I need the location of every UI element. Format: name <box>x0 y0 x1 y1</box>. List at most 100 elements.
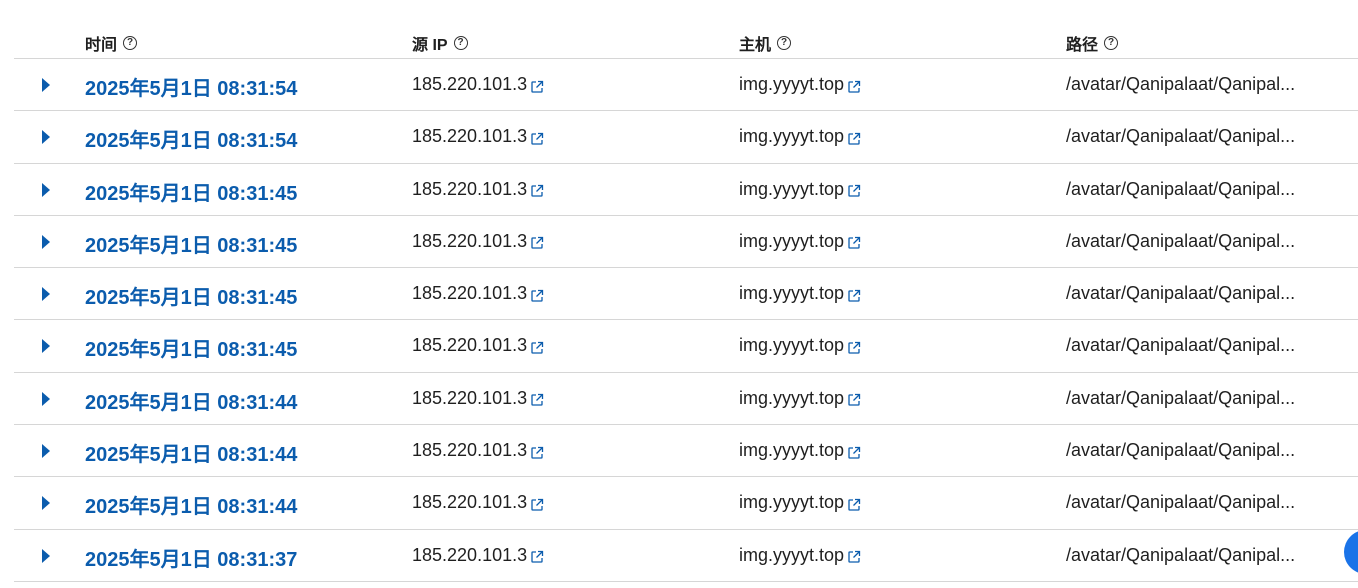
table-row[interactable]: 2025年5月1日 08:31:45 185.220.101.3 img.yyyyt… <box>14 320 1358 373</box>
source-ip-cell: 185.220.101.3 <box>412 283 544 304</box>
host-value: img.yyyyt.top <box>739 335 845 356</box>
time-link[interactable]: 2025年5月1日 08:31:45 <box>85 177 297 206</box>
path-value: /avatar/Qanipalaat/Qanipal... <box>1066 178 1296 199</box>
source-ip-value: 185.220.101.3 <box>412 492 528 513</box>
help-circle-icon[interactable]: ? <box>1104 36 1119 50</box>
table-body: 2025年5月1日 08:31:54 185.220.101.3 img.yyyyt… <box>14 59 1358 582</box>
path-value: /avatar/Qanipalaat/Qanipal... <box>1066 387 1296 408</box>
time-link[interactable]: 2025年5月1日 08:31:44 <box>85 490 297 519</box>
caret-right-icon[interactable] <box>38 547 54 565</box>
time-link[interactable]: 2025年5月1日 08:31:54 <box>85 72 297 101</box>
source-ip-value: 185.220.101.3 <box>412 335 528 356</box>
host-cell: img.yyyyt.top <box>739 545 861 566</box>
column-header-path-label: 路径 <box>1066 37 1099 54</box>
column-header-source-ip-label: 源 IP <box>412 37 448 54</box>
external-link-icon[interactable] <box>530 444 544 459</box>
time-link[interactable]: 2025年5月1日 08:31:45 <box>85 333 297 362</box>
external-link-icon[interactable] <box>847 391 861 406</box>
time-link[interactable]: 2025年5月1日 08:31:54 <box>85 124 297 153</box>
host-cell: img.yyyyt.top <box>739 335 861 356</box>
source-ip-cell: 185.220.101.3 <box>412 179 544 200</box>
table-row[interactable]: 2025年5月1日 08:31:45 185.220.101.3 img.yyyyt… <box>14 164 1358 216</box>
external-link-icon[interactable] <box>847 182 861 197</box>
external-link-icon[interactable] <box>847 78 861 93</box>
table-row[interactable]: 2025年5月1日 08:31:45 185.220.101.3 img.yyyyt… <box>14 268 1358 321</box>
path-value: /avatar/Qanipalaat/Qanipal... <box>1066 335 1296 356</box>
host-value: img.yyyyt.top <box>739 178 845 199</box>
caret-right-icon[interactable] <box>38 128 54 146</box>
host-cell: img.yyyyt.top <box>739 283 861 304</box>
help-circle-icon[interactable]: ? <box>453 36 468 50</box>
help-circle-icon[interactable]: ? <box>123 36 138 50</box>
external-link-icon[interactable] <box>847 130 861 145</box>
table-row[interactable]: 2025年5月1日 08:31:44 185.220.101.3 img.yyyyt… <box>14 477 1358 530</box>
external-link-icon[interactable] <box>847 234 861 250</box>
path-value: /avatar/Qanipalaat/Qanipal... <box>1066 74 1296 94</box>
table-row[interactable]: 2025年5月1日 08:31:45 185.220.101.3 img.yyyyt… <box>14 216 1358 269</box>
table-row[interactable]: 2025年5月1日 08:31:44 185.220.101.3 img.yyyyt… <box>14 425 1358 478</box>
external-link-icon[interactable] <box>847 548 861 563</box>
time-link[interactable]: 2025年5月1日 08:31:45 <box>85 281 297 310</box>
host-cell: img.yyyyt.top <box>739 388 861 409</box>
external-link-icon[interactable] <box>530 78 544 93</box>
external-link-icon[interactable] <box>847 339 861 354</box>
external-link-icon[interactable] <box>530 287 544 302</box>
table-row[interactable]: 2025年5月1日 08:31:54 185.220.101.3 img.yyyyt… <box>14 111 1358 164</box>
column-header-time-label: 时间 <box>85 37 118 54</box>
path-value: /avatar/Qanipalaat/Qanipal... <box>1066 283 1296 304</box>
caret-right-icon[interactable] <box>38 390 54 408</box>
host-value: img.yyyyt.top <box>739 387 845 408</box>
external-link-icon[interactable] <box>530 339 544 354</box>
path-value: /avatar/Qanipalaat/Qanipal... <box>1066 544 1296 565</box>
external-link-icon[interactable] <box>530 391 544 406</box>
caret-right-icon[interactable] <box>38 285 54 303</box>
external-link-icon[interactable] <box>847 444 861 459</box>
column-header-host[interactable]: 主机 ? <box>739 31 792 55</box>
source-ip-cell: 185.220.101.3 <box>412 335 544 356</box>
external-link-icon[interactable] <box>530 234 544 250</box>
source-ip-cell: 185.220.101.3 <box>412 231 544 252</box>
time-link[interactable]: 2025年5月1日 08:31:45 <box>85 229 297 258</box>
source-ip-cell: 185.220.101.3 <box>412 545 544 566</box>
source-ip-value: 185.220.101.3 <box>412 126 528 147</box>
external-link-icon[interactable] <box>530 182 544 197</box>
source-ip-value: 185.220.101.3 <box>412 283 528 304</box>
host-value: img.yyyyt.top <box>739 230 845 251</box>
caret-right-icon[interactable] <box>38 442 54 460</box>
path-value: /avatar/Qanipalaat/Qanipal... <box>1066 492 1296 513</box>
caret-right-icon[interactable] <box>38 337 54 355</box>
source-ip-value: 185.220.101.3 <box>412 440 528 461</box>
caret-right-icon[interactable] <box>38 76 54 94</box>
caret-right-icon[interactable] <box>38 181 54 199</box>
column-header-path[interactable]: 路径 ? <box>1066 31 1119 55</box>
external-link-icon[interactable] <box>530 130 544 145</box>
source-ip-cell: 185.220.101.3 <box>412 126 544 147</box>
path-value: /avatar/Qanipalaat/Qanipal... <box>1066 230 1296 251</box>
host-value: img.yyyyt.top <box>739 492 845 513</box>
source-ip-cell: 185.220.101.3 <box>412 492 544 513</box>
table-row[interactable]: 2025年5月1日 08:31:44 185.220.101.3 img.yyyyt… <box>14 373 1358 426</box>
caret-right-icon[interactable] <box>38 494 54 512</box>
time-link[interactable]: 2025年5月1日 08:31:44 <box>85 386 297 415</box>
path-value: /avatar/Qanipalaat/Qanipal... <box>1066 440 1296 461</box>
host-cell: img.yyyyt.top <box>739 74 861 95</box>
column-header-source-ip[interactable]: 源 IP ? <box>412 31 468 55</box>
caret-right-icon[interactable] <box>38 233 54 251</box>
external-link-icon[interactable] <box>847 496 861 511</box>
host-cell: img.yyyyt.top <box>739 231 861 252</box>
external-link-icon[interactable] <box>847 287 861 302</box>
help-circle-icon[interactable]: ? <box>777 36 792 50</box>
table-row[interactable]: 2025年5月1日 08:31:54 185.220.101.3 img.yyyyt… <box>14 59 1358 112</box>
time-link[interactable]: 2025年5月1日 08:31:37 <box>85 543 297 572</box>
time-link[interactable]: 2025年5月1日 08:31:44 <box>85 438 297 467</box>
source-ip-value: 185.220.101.3 <box>412 178 528 199</box>
column-header-host-label: 主机 <box>739 37 772 54</box>
external-link-icon[interactable] <box>530 548 544 563</box>
external-link-icon[interactable] <box>530 496 544 511</box>
column-header-time[interactable]: 时间 ? <box>85 31 138 55</box>
host-value: img.yyyyt.top <box>739 283 845 304</box>
host-value: img.yyyyt.top <box>739 126 845 147</box>
source-ip-value: 185.220.101.3 <box>412 544 528 565</box>
table-row[interactable]: 2025年5月1日 08:31:37 185.220.101.3 img.yyyyt… <box>14 530 1358 582</box>
table-header: 时间 ? 源 IP ? 主机 ? 路径 ? <box>14 22 1358 59</box>
